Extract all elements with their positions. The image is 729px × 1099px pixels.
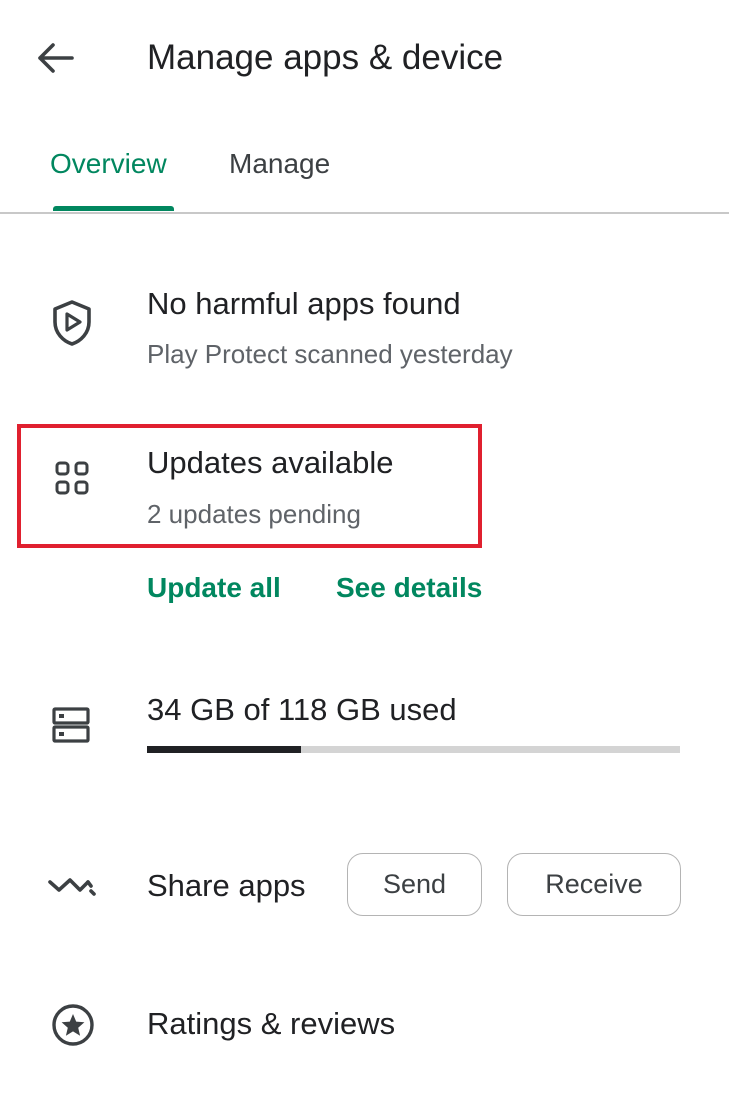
- apps-grid-icon: [52, 458, 92, 498]
- tab-selected-indicator: [53, 206, 174, 211]
- send-button[interactable]: Send: [347, 853, 482, 916]
- update-all-button[interactable]: Update all: [147, 568, 281, 608]
- tab-overview[interactable]: Overview: [50, 144, 167, 184]
- star-circle-icon: [50, 1002, 96, 1048]
- back-button[interactable]: [30, 36, 80, 84]
- updates-title[interactable]: Updates available: [147, 443, 393, 483]
- receive-button[interactable]: Receive: [507, 853, 681, 916]
- share-apps-label: Share apps: [147, 868, 306, 903]
- tab-manage[interactable]: Manage: [229, 144, 330, 184]
- tab-divider: [0, 212, 729, 214]
- storage-usage-text: 34 GB of 118 GB used: [147, 692, 457, 727]
- play-protect-shield-icon: [48, 298, 96, 348]
- protect-status-title: No harmful apps found: [147, 286, 461, 321]
- ratings-reviews-item[interactable]: Ratings & reviews: [147, 1004, 395, 1044]
- storage-usage-bar: [147, 746, 680, 753]
- storage-usage-fill: [147, 746, 301, 753]
- see-details-button[interactable]: See details: [336, 568, 482, 608]
- protect-status-subtitle: Play Protect scanned yesterday: [147, 339, 513, 369]
- arrow-back-icon: [36, 42, 74, 79]
- updates-subtitle: 2 updates pending: [147, 499, 361, 529]
- share-apps-icon: [46, 868, 98, 904]
- storage-icon: [48, 702, 94, 748]
- page-title: Manage apps & device: [147, 38, 504, 77]
